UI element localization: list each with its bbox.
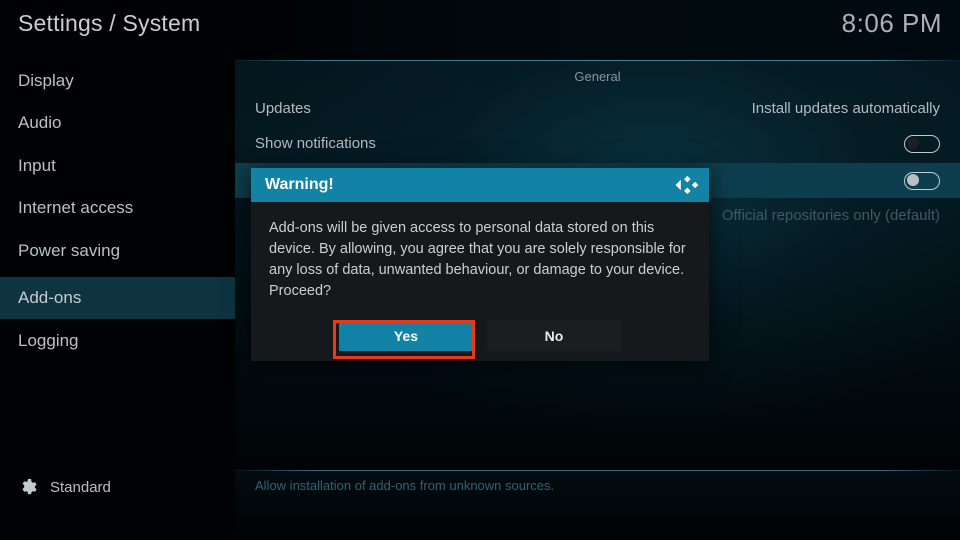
setting-row-updates[interactable]: Updates Install updates automatically — [235, 91, 960, 126]
gear-icon — [22, 479, 37, 495]
dialog-title: Warning! — [265, 176, 334, 193]
sidebar-item-logging[interactable]: Logging — [0, 320, 235, 362]
sidebar-item-internet-access[interactable]: Internet access — [0, 187, 235, 229]
yes-button[interactable]: Yes — [339, 320, 473, 351]
setting-description: Allow installation of add-ons from unkno… — [255, 478, 555, 493]
sidebar-item-label: Add-ons — [18, 288, 82, 307]
dialog-button-row: Yes No — [251, 320, 709, 351]
toggle-unknown-sources[interactable] — [904, 171, 940, 190]
window-header: Settings / System 8:06 PM — [0, 0, 960, 60]
settings-level-selector[interactable]: Standard — [0, 466, 235, 508]
toggle-show-notifications[interactable] — [904, 134, 940, 153]
sidebar-item-add-ons[interactable]: Add-ons — [0, 277, 235, 319]
setting-label: Show notifications — [255, 135, 376, 152]
sidebar-item-label: Power saving — [18, 241, 121, 260]
breadcrumb-title: Settings / System — [18, 10, 201, 36]
setting-row-show-notifications[interactable]: Show notifications — [235, 126, 960, 161]
toggle-knob — [907, 174, 919, 186]
sidebar-item-input[interactable]: Input — [0, 145, 235, 187]
settings-level-label: Standard — [50, 478, 111, 496]
settings-group-title: General — [574, 69, 621, 84]
sidebar-item-label: Display — [18, 71, 74, 90]
sidebar-item-power-saving[interactable]: Power saving — [0, 230, 235, 272]
clock: 8:06 PM — [841, 8, 942, 38]
no-button[interactable]: No — [487, 320, 621, 351]
kodi-settings-screen: Settings / System 8:06 PM Display Audio … — [0, 0, 960, 540]
toggle-knob — [907, 137, 919, 149]
setting-label: Updates — [255, 100, 311, 117]
dialog-body: Add-ons will be given access to personal… — [251, 202, 709, 302]
sidebar-item-display[interactable]: Display — [0, 60, 235, 102]
sidebar-item-label: Internet access — [18, 198, 134, 217]
dialog-header: Warning! — [251, 168, 709, 202]
setting-value: Install updates automatically — [751, 100, 940, 117]
setting-value: Official repositories only (default) — [721, 207, 940, 224]
sidebar-item-label: Audio — [18, 113, 62, 132]
dialog-message: Add-ons will be given access to personal… — [269, 220, 686, 300]
sidebar-item-label: Logging — [18, 331, 79, 350]
warning-dialog: Warning! Add-ons will be given access to… — [251, 168, 709, 361]
content-bottom-divider — [235, 470, 960, 471]
content-top-divider — [235, 60, 960, 61]
sidebar-item-audio[interactable]: Audio — [0, 102, 235, 144]
kodi-logo-icon — [675, 175, 699, 195]
sidebar-item-label: Input — [18, 156, 56, 175]
settings-category-sidebar: Display Audio Input Internet access Powe… — [0, 60, 235, 540]
